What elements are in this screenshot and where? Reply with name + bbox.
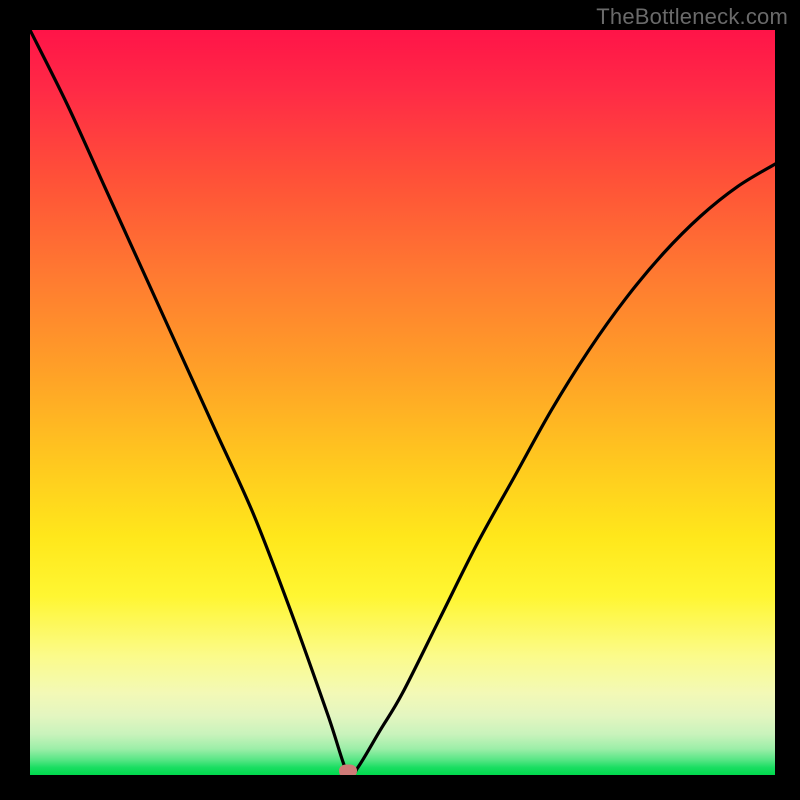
chart-frame: TheBottleneck.com [0,0,800,800]
minimum-marker [339,765,357,775]
curve-svg [30,30,775,775]
plot-area [30,30,775,775]
bottleneck-curve-path [30,30,775,775]
watermark-text: TheBottleneck.com [596,4,788,30]
